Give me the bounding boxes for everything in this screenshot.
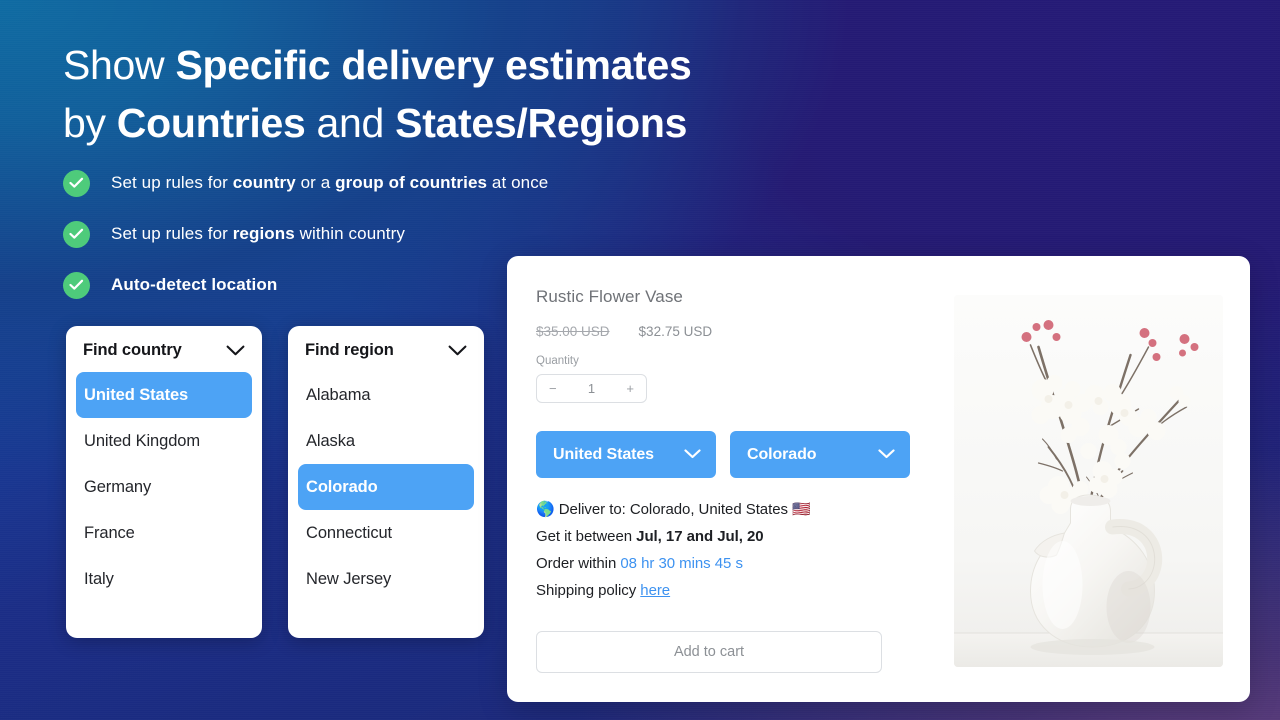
shipping-policy-link[interactable]: here xyxy=(640,582,670,599)
product-title: Rustic Flower Vase xyxy=(536,287,683,306)
get-it-between-line: Get it between Jul, 17 and Jul, 20 xyxy=(536,528,954,545)
product-image xyxy=(954,295,1223,667)
headline-line1-plain: Show xyxy=(63,42,176,88)
chevron-down-icon[interactable] xyxy=(226,345,245,356)
quantity-increment-button[interactable]: + xyxy=(626,381,634,396)
country-selector-label: United States xyxy=(553,445,654,463)
region-selector-label: Colorado xyxy=(747,445,817,463)
chevron-down-icon[interactable] xyxy=(878,446,895,464)
region-option[interactable]: Colorado xyxy=(298,464,474,510)
chevron-down-icon[interactable] xyxy=(448,345,467,356)
deliver-to-line: 🌎 Deliver to: Colorado, United States 🇺🇸 xyxy=(536,500,954,518)
region-option[interactable]: Alaska xyxy=(298,418,474,464)
add-to-cart-button[interactable]: Add to cart xyxy=(536,631,882,673)
product-card: Rustic Flower Vase $35.00 USD $32.75 USD… xyxy=(507,256,1250,702)
location-selectors: United States Colorado xyxy=(536,431,954,478)
order-within-prefix: Order within xyxy=(536,555,621,572)
product-image-container xyxy=(954,256,1250,702)
region-option-list: Alabama Alaska Colorado Connecticut New … xyxy=(298,372,474,602)
vase-illustration xyxy=(954,295,1223,667)
delivery-info: 🌎 Deliver to: Colorado, United States 🇺🇸… xyxy=(536,500,954,599)
price-original: $35.00 USD xyxy=(536,324,610,339)
get-it-between-dates: Jul, 17 and Jul, 20 xyxy=(636,528,764,545)
country-dropdown[interactable]: Find country United States United Kingdo… xyxy=(66,326,262,638)
country-option-list: United States United Kingdom Germany Fra… xyxy=(76,372,252,602)
country-selector-button[interactable]: United States xyxy=(536,431,716,478)
region-dropdown-label: Find region xyxy=(305,341,394,359)
feature-item: Auto-detect location xyxy=(63,268,548,302)
country-option[interactable]: United Kingdom xyxy=(76,418,252,464)
check-circle-icon xyxy=(63,220,90,248)
chevron-down-icon[interactable] xyxy=(684,446,701,464)
quantity-stepper[interactable]: − 1 + xyxy=(536,374,647,403)
region-option[interactable]: Alabama xyxy=(298,372,474,418)
feature-item-label: Auto-detect location xyxy=(111,275,278,294)
flag-icon: 🇺🇸 xyxy=(792,501,811,518)
shipping-policy-prefix: Shipping policy xyxy=(536,582,641,599)
feature-item-label: Set up rules for regions within country xyxy=(111,224,405,243)
feature-item-label: Set up rules for country or a group of c… xyxy=(111,173,549,192)
headline-line2-plain2: and xyxy=(305,100,396,146)
region-option[interactable]: New Jersey xyxy=(298,556,474,602)
shipping-policy-line: Shipping policy here xyxy=(536,582,954,599)
country-option[interactable]: United States xyxy=(76,372,252,418)
region-selector-button[interactable]: Colorado xyxy=(730,431,910,478)
headline-line2-bold1: Countries xyxy=(116,100,306,146)
feature-list: Set up rules for country or a group of c… xyxy=(63,166,548,319)
country-option[interactable]: Italy xyxy=(76,556,252,602)
country-dropdown-label: Find country xyxy=(83,341,182,359)
check-circle-icon xyxy=(63,271,90,299)
page-title: Show Specific delivery estimates by Count… xyxy=(63,36,843,152)
order-within-line: Order within 08 hr 30 mins 45 s xyxy=(536,555,954,572)
country-option[interactable]: France xyxy=(76,510,252,556)
quantity-value[interactable]: 1 xyxy=(588,381,595,396)
region-dropdown-header[interactable]: Find region xyxy=(298,326,474,372)
headline-line2-plain1: by xyxy=(63,100,117,146)
feature-item: Set up rules for regions within country xyxy=(63,217,548,251)
quantity-decrement-button[interactable]: − xyxy=(549,381,557,396)
quantity-label: Quantity xyxy=(536,355,579,367)
headline-line1-bold: Specific delivery estimates xyxy=(175,42,692,88)
country-option[interactable]: Germany xyxy=(76,464,252,510)
country-dropdown-header[interactable]: Find country xyxy=(76,326,252,372)
headline-line2-bold2: States/Regions xyxy=(395,100,688,146)
region-option[interactable]: Connecticut xyxy=(298,510,474,556)
price-current: $32.75 USD xyxy=(638,324,713,339)
product-details: Rustic Flower Vase $35.00 USD $32.75 USD… xyxy=(507,256,954,702)
order-within-countdown: 08 hr 30 mins 45 s xyxy=(620,555,743,572)
deliver-to-text: Deliver to: Colorado, United States xyxy=(558,501,788,518)
check-circle-icon xyxy=(63,169,90,197)
product-pricing: $35.00 USD $32.75 USD xyxy=(536,324,954,339)
globe-icon: 🌎 xyxy=(536,501,555,518)
feature-item: Set up rules for country or a group of c… xyxy=(63,166,548,200)
get-it-between-prefix: Get it between xyxy=(536,528,637,545)
region-dropdown[interactable]: Find region Alabama Alaska Colorado Conn… xyxy=(288,326,484,638)
